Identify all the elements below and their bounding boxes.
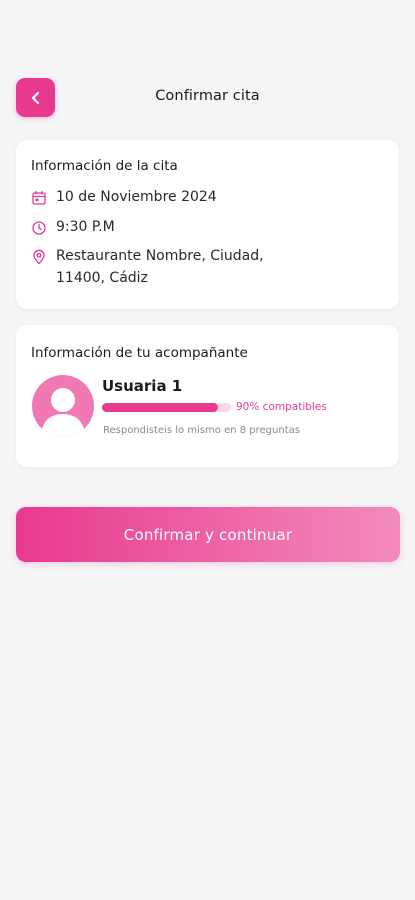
- compatibility-label: 90% compatibles: [236, 401, 327, 413]
- appointment-heading: Información de la cita: [31, 158, 178, 174]
- companion-name: Usuaria 1: [102, 377, 183, 395]
- clock-icon: [32, 221, 46, 235]
- time-text: 9:30 P.M: [56, 219, 115, 235]
- location-pin-icon: [33, 249, 45, 265]
- companion-heading: Información de tu acompañante: [31, 345, 248, 361]
- screen: Confirmar cita Información de la cita 10…: [0, 0, 415, 900]
- same-answers-text: Respondisteis lo mismo en 8 preguntas: [103, 425, 300, 436]
- date-row: 10 de Noviembre 2024: [31, 189, 217, 208]
- location-text: Restaurante Nombre, Ciudad, 11400, Cádiz: [56, 245, 264, 289]
- compatibility-bar-fill: [102, 403, 219, 412]
- appointment-card: Información de la cita 10 de Noviembre 2…: [16, 140, 399, 309]
- avatar[interactable]: [32, 375, 94, 437]
- confirm-continue-button[interactable]: Confirmar y continuar: [16, 507, 400, 562]
- date-text: 10 de Noviembre 2024: [56, 189, 217, 205]
- companion-card: Información de tu acompañante Usuaria 1 …: [16, 325, 399, 467]
- page-title: Confirmar cita: [155, 88, 260, 104]
- calendar-icon: [32, 190, 46, 205]
- location-row: Restaurante Nombre, Ciudad, 11400, Cádiz: [31, 248, 331, 289]
- location-line-1: Restaurante Nombre, Ciudad,: [56, 248, 264, 264]
- compatibility-bar: [102, 403, 231, 412]
- user-silhouette-icon: [41, 388, 85, 437]
- location-line-2: 11400, Cádiz: [56, 270, 148, 286]
- time-row: 9:30 P.M: [31, 219, 115, 238]
